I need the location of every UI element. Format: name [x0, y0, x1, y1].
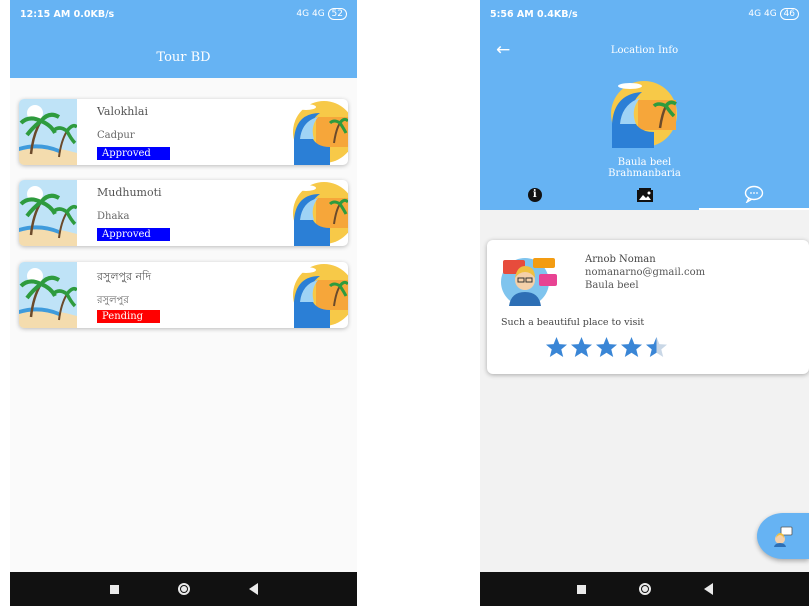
photo-icon [636, 188, 653, 202]
chat-icon [744, 185, 764, 203]
back-triangle-icon[interactable] [248, 583, 258, 595]
status-signal: 4G 4G 46 [748, 8, 799, 20]
item-place: রসুলপুর [97, 295, 129, 306]
location-info-screen: 5:56 AM 0.4KB/s 4G 4G 46 ← Location Info… [480, 0, 809, 606]
reviewer-avatar-icon [501, 258, 557, 306]
star-icon [645, 336, 668, 358]
star-icon [545, 336, 568, 358]
add-review-icon [774, 526, 793, 547]
status-badge: Approved [97, 228, 170, 241]
recents-icon[interactable] [109, 584, 119, 594]
star-icon [570, 336, 593, 358]
wave-sunset-icon [293, 264, 348, 328]
item-name: রসুলপুর নদি [97, 270, 152, 283]
list-item[interactable]: Valokhlai Cadpur Approved [19, 99, 348, 165]
status-bar: 12:15 AM 0.0KB/s 4G 4G 52 [10, 0, 357, 28]
tab-info[interactable]: i [480, 180, 590, 210]
app-bar: 12:15 AM 0.0KB/s 4G 4G 52 Tour BD [10, 0, 357, 78]
item-name: Mudhumoti [97, 186, 162, 199]
reviewer-email: nomanarno@gmail.com [585, 267, 706, 278]
wave-sunset-icon [293, 101, 348, 165]
tab-bar: i [480, 180, 809, 210]
list-item[interactable]: রসুলপুর নদি রসুলপুর Pending [19, 262, 348, 328]
beach-thumbnail-icon [19, 262, 77, 328]
home-icon[interactable] [177, 583, 190, 595]
list-item[interactable]: Mudhumoti Dhaka Approved [19, 180, 348, 246]
page-title: Location Info [610, 45, 679, 56]
android-nav-bar [10, 572, 357, 606]
status-badge: Approved [97, 147, 170, 160]
review-comment: Such a beautiful place to visit [501, 317, 645, 328]
back-triangle-icon[interactable] [703, 583, 713, 595]
star-rating [545, 336, 668, 358]
tab-reviews[interactable] [699, 180, 809, 210]
home-icon[interactable] [638, 583, 651, 595]
beach-thumbnail-icon [19, 99, 77, 165]
place-name: Baula beel [617, 157, 672, 168]
wave-sunset-icon [611, 81, 677, 148]
tour-list-screen: 12:15 AM 0.0KB/s 4G 4G 52 Tour BD Valokh… [10, 0, 357, 606]
star-icon [620, 336, 643, 358]
beach-thumbnail-icon [19, 180, 77, 246]
wave-sunset-icon [293, 182, 348, 246]
location-header: 5:56 AM 0.4KB/s 4G 4G 46 ← Location Info… [480, 0, 809, 210]
item-place: Dhaka [97, 211, 130, 222]
add-review-button[interactable] [757, 513, 809, 559]
android-nav-bar [480, 572, 809, 606]
status-bar: 5:56 AM 0.4KB/s 4G 4G 46 [480, 0, 809, 28]
reviewer-name: Arnob Noman [585, 254, 656, 265]
review-card: Arnob Noman nomanarno@gmail.com Baula be… [487, 240, 809, 374]
status-badge: Pending [97, 310, 160, 323]
app-title: Tour BD [156, 50, 211, 65]
battery-indicator: 46 [779, 8, 799, 20]
review-place: Baula beel [585, 280, 639, 291]
place-district: Brahmanbaria [608, 168, 681, 179]
item-name: Valokhlai [97, 105, 148, 118]
status-time: 5:56 AM 0.4KB/s [490, 8, 578, 20]
info-icon: i [527, 188, 542, 202]
battery-indicator: 52 [327, 8, 347, 20]
star-icon [595, 336, 618, 358]
tab-photos[interactable] [590, 180, 700, 210]
recents-icon[interactable] [576, 584, 586, 594]
status-signal: 4G 4G 52 [296, 8, 347, 20]
status-time: 12:15 AM 0.0KB/s [20, 8, 115, 20]
item-place: Cadpur [97, 130, 135, 141]
